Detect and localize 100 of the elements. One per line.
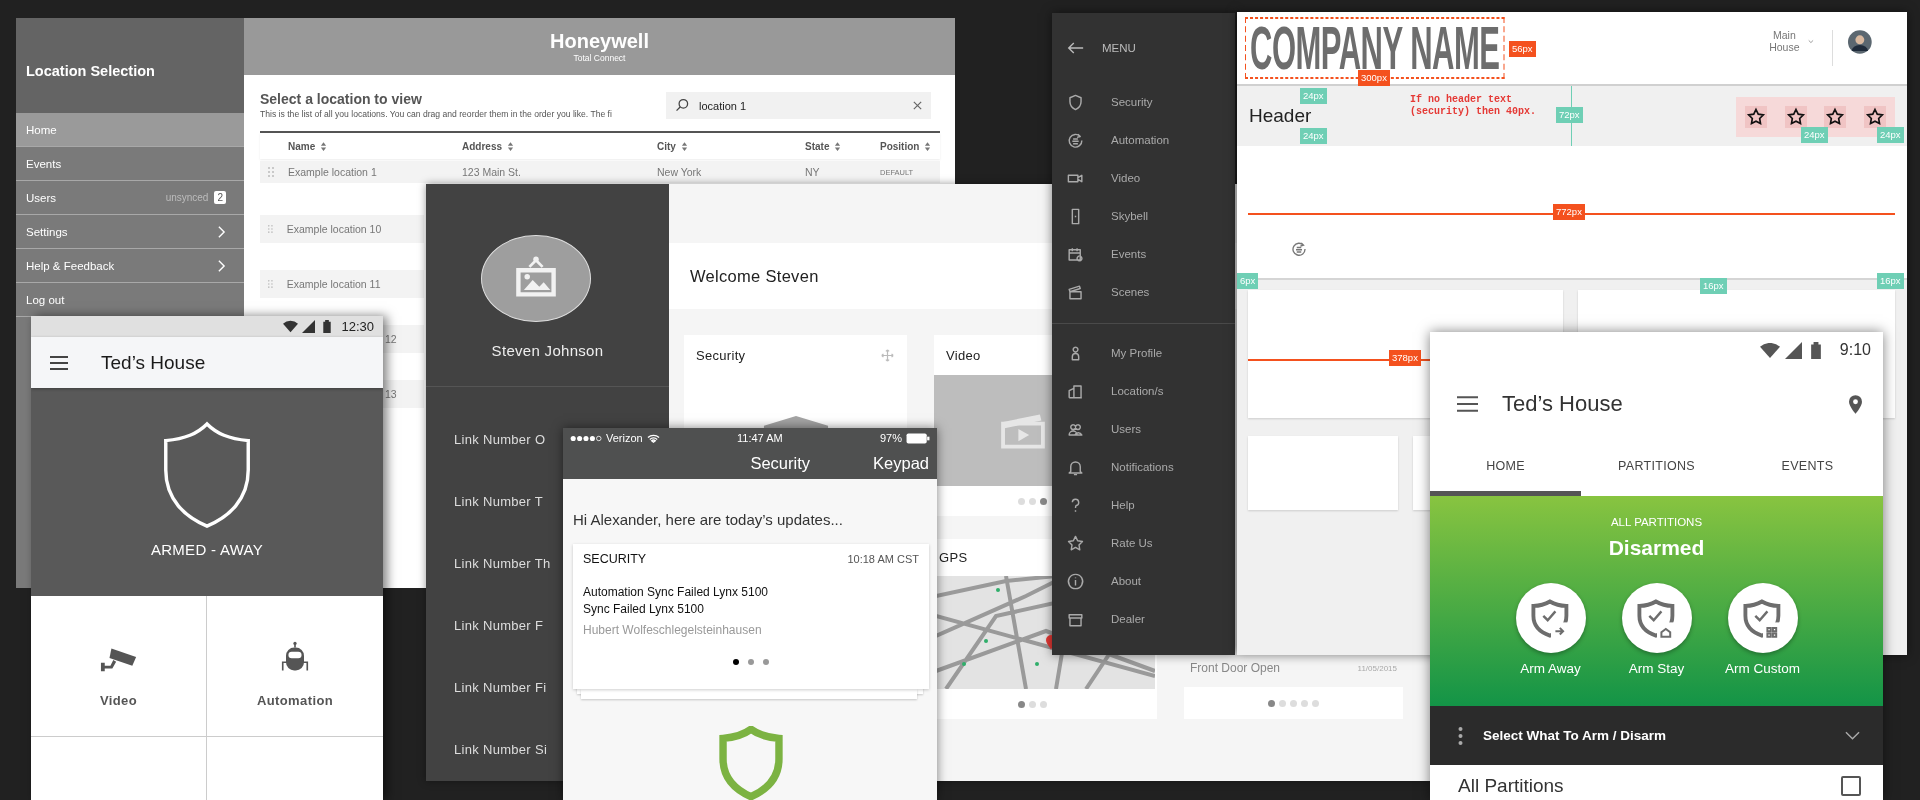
page-dot[interactable] [1279,699,1286,707]
product-name: Total Connect [573,52,626,63]
info-icon [1066,571,1085,591]
arm-button[interactable] [1621,583,1692,653]
location-dropdown[interactable]: Main House [1763,29,1814,53]
search-field[interactable]: location 1 [666,92,931,119]
menu-item[interactable]: Scenes [1052,273,1235,311]
feature-tile[interactable]: Video [31,596,207,737]
table-cell-text: New York [657,166,703,178]
menu-item[interactable]: Notifications [1052,448,1235,486]
event-date: 11/05/2015 [1357,663,1397,673]
app-title: Ted’s House [101,351,206,374]
page-dot[interactable] [763,659,769,665]
page-dot[interactable] [1018,497,1025,505]
design-note: If no header text (security) then 40px. [1410,94,1538,118]
drag-handle-icon[interactable] [268,279,273,289]
dimension-label: 24px [1300,88,1327,104]
star-icon[interactable] [1784,106,1807,128]
menu-item[interactable]: Users [1052,410,1235,448]
star-icon[interactable] [1744,106,1767,128]
arm-button[interactable] [1727,583,1798,653]
clear-icon[interactable] [912,100,923,111]
selector-bar[interactable]: Select What To Arm / Disarm [1430,706,1883,765]
tab[interactable]: PARTITIONS [1581,440,1732,496]
clapperboard-icon [1066,282,1085,302]
table-cell-text: 12 [384,333,397,345]
page-dot[interactable] [1029,700,1036,708]
menu-item[interactable]: Dealer [1052,600,1235,638]
dimension-label: 72px [1556,107,1583,123]
menu-item[interactable]: Events [1052,235,1235,273]
menu-item[interactable]: Help [1052,486,1235,524]
column-header[interactable]: State [805,140,880,152]
menu-item[interactable]: Location/s [1052,372,1235,410]
menu-item[interactable]: Skybell [1052,197,1235,235]
signal-icon [302,319,316,333]
nav-item[interactable]: Users unsynced 2 [16,181,244,215]
page-dot[interactable] [1312,699,1319,707]
nav-link[interactable]: Link Number F [426,595,544,657]
nav-item[interactable]: Events [16,147,244,181]
menu-icon[interactable] [1457,396,1478,412]
arm-button[interactable] [1515,583,1586,653]
nav-link[interactable]: Link Number Si [426,719,548,781]
search-icon [674,97,691,114]
menu-item[interactable]: Rate Us [1052,524,1235,562]
menu-item[interactable]: My Profile [1052,334,1235,372]
menu-item[interactable]: Security [1052,83,1235,121]
menu-icon[interactable] [50,355,68,370]
sort-icon [320,141,328,151]
checkbox[interactable] [1841,776,1861,796]
arm-label: Arm Stay [1628,661,1685,676]
table-cell-text: Example location 1 [288,166,378,178]
column-header[interactable]: Position [880,140,940,152]
greeting: Hi Alexander, here are today’s updates... [573,511,844,528]
battery-percent: 97% [879,432,902,444]
page-dot[interactable] [1290,699,1297,707]
table-row[interactable]: Example location 10 [260,215,424,243]
tab[interactable]: EVENTS [1732,440,1883,496]
table-row[interactable]: 13 [382,380,424,408]
menu-item[interactable]: Automation [1052,121,1235,159]
keypad-link[interactable]: Keypad [873,454,929,473]
feature-tile[interactable]: Automation [207,596,383,737]
logo: Honeywell [550,30,649,51]
page-dot[interactable] [1301,699,1308,707]
table-row[interactable]: Example location 11 [260,270,424,298]
location-pin-icon[interactable] [1849,394,1862,414]
card-time: 10:18 AM CST [847,553,919,565]
nav-link[interactable]: Link Number Th [426,533,551,595]
table-row[interactable]: 12 [382,325,424,353]
battery-icon [1810,341,1821,359]
page-dot[interactable] [1040,497,1047,505]
nav-link[interactable]: Link Number O [426,409,546,471]
page-dot[interactable] [733,659,739,665]
menu-item[interactable]: About [1052,562,1235,600]
nav-item[interactable]: Settings [16,215,244,249]
page-dot[interactable] [1029,497,1036,505]
drag-handle-icon[interactable] [268,224,273,234]
nav-link[interactable]: Link Number T [426,471,543,533]
dimension-label: 24px [1877,127,1904,143]
page-dot[interactable] [1268,699,1275,707]
status-time: 11:47 AM [736,432,784,444]
drag-handle-icon[interactable] [268,167,274,177]
column-header[interactable]: City [657,140,805,152]
battery-icon [323,319,332,333]
back-arrow-icon[interactable] [1067,41,1084,55]
page-dot[interactable] [748,659,754,665]
battery-icon [906,432,930,444]
nav-link[interactable]: Link Number Fi [426,657,547,719]
page-dot[interactable] [1018,700,1025,708]
screen-title: Security [750,454,811,473]
page-dot[interactable] [1040,700,1047,708]
menu-item[interactable]: Video [1052,159,1235,197]
app-title: Ted’s House [1502,391,1623,417]
card-title: GPS [939,550,968,565]
column-header[interactable]: Name [288,140,462,152]
sort-icon [834,141,842,151]
star-icon[interactable] [1824,106,1847,128]
star-icon[interactable] [1864,106,1887,128]
signal-dots-icon [570,434,602,442]
nav-item[interactable]: Help & Feedback [16,249,244,283]
column-header[interactable]: Address [462,140,657,152]
